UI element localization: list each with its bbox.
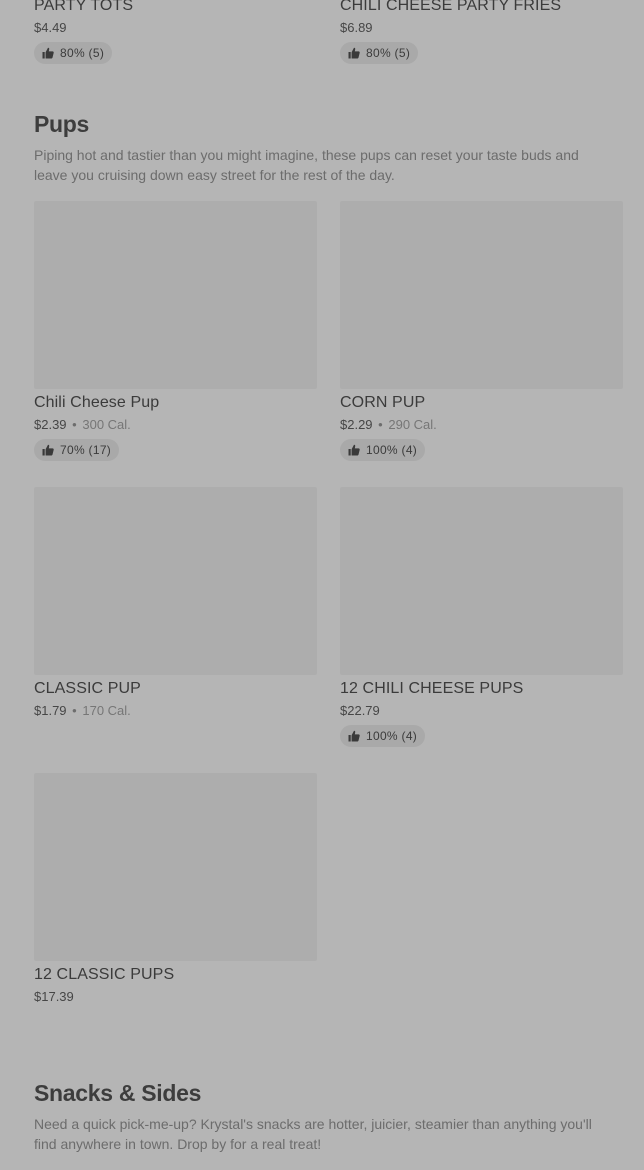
menu-item-card[interactable]: PARTY TOTS $4.49 80% (5)	[34, 0, 317, 94]
item-calories: 170 Cal.	[82, 703, 131, 718]
item-image	[34, 487, 317, 675]
menu-item-card[interactable]: 12 CLASSIC PUPS $17.39	[34, 773, 317, 1059]
previous-section-row: PARTY TOTS $4.49 80% (5) CHILI CHEESE PA…	[34, 0, 624, 94]
thumbs-up-icon	[42, 444, 54, 456]
item-calories: 290 Cal.	[388, 417, 437, 432]
item-price: $17.39	[34, 989, 74, 1004]
item-price: $22.79	[340, 703, 380, 718]
item-price-line: $17.39	[34, 988, 317, 1006]
item-price-line: $1.79 • 170 Cal.	[34, 702, 317, 720]
item-price-line: $2.39 • 300 Cal.	[34, 416, 317, 434]
rating-badge: 70% (17)	[34, 439, 120, 461]
item-price-line: $22.79	[340, 702, 623, 720]
thumbs-up-icon	[42, 47, 54, 59]
item-name: 12 CHILI CHEESE PUPS	[340, 680, 524, 697]
menu-item-card[interactable]: Chili Cheese Pup $2.39 • 300 Cal. 70% (1…	[34, 201, 317, 487]
menu-item-card[interactable]: CHILI CHEESE PARTY FRIES $6.89 80% (5)	[340, 0, 623, 94]
meta-separator: •	[72, 417, 77, 432]
section-description-pups: Piping hot and tastier than you might im…	[34, 147, 579, 183]
rating-badge: 100% (4)	[340, 725, 426, 747]
item-price: $6.89	[340, 20, 373, 35]
item-name: CORN PUP	[340, 394, 426, 411]
item-name: PARTY TOTS	[34, 0, 134, 14]
item-name: CLASSIC PUP	[34, 680, 141, 697]
item-price: $2.29	[340, 417, 373, 432]
section-title-pups: Pups	[34, 111, 90, 137]
item-price-line: $6.89	[340, 19, 623, 37]
item-price-line: $2.29 • 290 Cal.	[340, 416, 623, 434]
rating-text: 80% (5)	[366, 46, 411, 60]
rating-badge: 80% (5)	[34, 42, 113, 64]
item-name: 12 CLASSIC PUPS	[34, 966, 175, 983]
item-price: $2.39	[34, 417, 67, 432]
rating-text: 80% (5)	[60, 46, 105, 60]
menu-item-card[interactable]: CORN PUP $2.29 • 290 Cal. 100% (4)	[340, 201, 623, 487]
item-price: $4.49	[34, 20, 67, 35]
item-price-line: $4.49	[34, 19, 317, 37]
menu-item-card[interactable]: CLASSIC PUP $1.79 • 170 Cal.	[34, 487, 317, 773]
item-image	[340, 487, 623, 675]
thumbs-up-icon	[348, 47, 360, 59]
rating-badge: 80% (5)	[340, 42, 419, 64]
item-image	[34, 773, 317, 961]
item-name: Chili Cheese Pup	[34, 394, 160, 411]
thumbs-up-icon	[348, 730, 360, 742]
item-image	[340, 201, 623, 389]
rating-text: 70% (17)	[60, 443, 112, 457]
meta-separator: •	[378, 417, 383, 432]
menu-page: PARTY TOTS $4.49 80% (5) CHILI CHEESE PA…	[34, 0, 624, 1170]
item-name: CHILI CHEESE PARTY FRIES	[340, 0, 562, 14]
menu-item-card[interactable]: 12 CHILI CHEESE PUPS $22.79 100% (4)	[340, 487, 623, 773]
item-price: $1.79	[34, 703, 67, 718]
thumbs-up-icon	[348, 444, 360, 456]
section-description-snacks: Need a quick pick-me-up? Krystal's snack…	[34, 1116, 592, 1152]
pups-item-grid: Chili Cheese Pup $2.39 • 300 Cal. 70% (1…	[34, 201, 624, 1059]
item-image	[34, 201, 317, 389]
rating-text: 100% (4)	[366, 443, 418, 457]
rating-text: 100% (4)	[366, 729, 418, 743]
item-calories: 300 Cal.	[82, 417, 131, 432]
meta-separator: •	[72, 703, 77, 718]
rating-badge: 100% (4)	[340, 439, 426, 461]
section-title-snacks: Snacks & Sides	[34, 1080, 202, 1106]
